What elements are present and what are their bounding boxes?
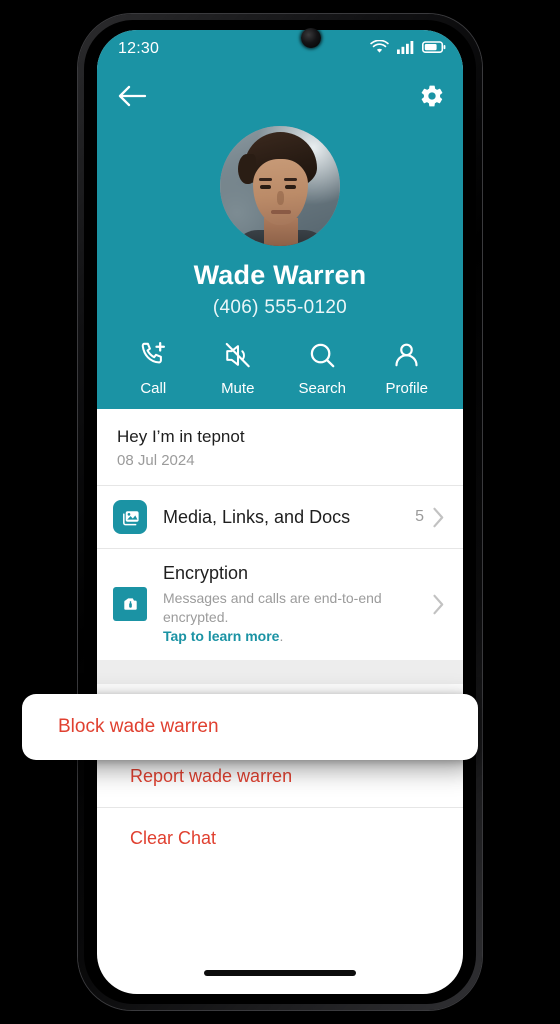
media-links-docs-row[interactable]: Media, Links, and Docs 5 — [97, 486, 463, 548]
block-contact-highlight-card[interactable]: Block wade warren — [22, 694, 478, 760]
person-icon — [391, 339, 422, 371]
action-call[interactable]: Call — [114, 339, 192, 397]
encryption-link-suffix: . — [279, 627, 284, 644]
detail-list: Hey I’m in tepnot 08 Jul 2024 Media, Lin… — [97, 409, 463, 869]
clear-chat-row[interactable]: Clear Chat — [97, 807, 463, 869]
status-message-date: 08 Jul 2024 — [117, 452, 195, 469]
report-contact-label: Report wade warren — [130, 765, 293, 786]
chevron-right-icon — [432, 507, 445, 528]
status-bar: 12:30 — [97, 30, 463, 68]
media-row-title: Media, Links, and Docs — [163, 506, 351, 527]
clear-chat-label: Clear Chat — [130, 827, 217, 848]
phone-screen: 12:30 Wade Warren (406) 555-0120 Call Mu… — [97, 30, 463, 994]
speaker-mute-icon — [222, 339, 253, 371]
block-contact-highlight-label: Block wade warren — [58, 716, 219, 737]
encryption-learn-more-link[interactable]: Tap to learn more — [163, 628, 279, 644]
front-camera-punch-hole — [301, 28, 321, 48]
action-search[interactable]: Search — [283, 339, 361, 397]
encryption-row[interactable]: Encryption Messages and calls are end-to… — [97, 549, 463, 660]
encryption-row-main: Encryption Messages and calls are end-to… — [163, 563, 432, 646]
search-icon — [307, 339, 338, 371]
gear-icon[interactable] — [419, 83, 445, 109]
section-gap — [97, 659, 463, 684]
header-toolbar — [97, 68, 463, 124]
phone-add-icon — [138, 339, 169, 371]
avatar-container — [97, 126, 463, 246]
home-indicator-bar — [204, 970, 356, 976]
status-bar-clock: 12:30 — [118, 40, 160, 57]
encryption-description-text: Messages and calls are end-to-end encryp… — [163, 590, 382, 625]
status-bar-icons — [370, 39, 446, 59]
back-arrow-icon[interactable] — [117, 84, 147, 108]
media-gallery-icon — [113, 500, 147, 534]
wifi-icon — [370, 39, 389, 59]
encryption-row-description: Messages and calls are end-to-end encryp… — [163, 589, 432, 646]
battery-icon — [422, 40, 446, 59]
media-row-main: Media, Links, and Docs — [163, 507, 415, 528]
encryption-lock-icon — [113, 587, 147, 622]
action-bar: Call Mute Search Profile — [97, 339, 463, 397]
chevron-right-icon — [432, 594, 445, 615]
action-profile-label: Profile — [385, 380, 429, 397]
action-profile[interactable]: Profile — [368, 339, 446, 397]
action-mute[interactable]: Mute — [199, 339, 277, 397]
media-row-count: 5 — [415, 508, 424, 525]
encryption-row-title: Encryption — [163, 563, 249, 583]
action-search-label: Search — [298, 380, 347, 397]
status-message: Hey I’m in tepnot 08 Jul 2024 — [97, 409, 463, 485]
contact-phone-number: (406) 555-0120 — [212, 297, 348, 318]
cellular-signal-icon — [397, 40, 414, 59]
action-mute-label: Mute — [221, 380, 255, 397]
status-message-text: Hey I’m in tepnot — [117, 427, 245, 446]
contact-name: Wade Warren — [193, 260, 367, 290]
screenshot-stage: 12:30 Wade Warren (406) 555-0120 Call Mu… — [0, 0, 560, 1024]
avatar[interactable] — [220, 126, 340, 246]
action-call-label: Call — [140, 380, 167, 397]
profile-header: Wade Warren (406) 555-0120 Call Mute Sea… — [97, 68, 463, 409]
